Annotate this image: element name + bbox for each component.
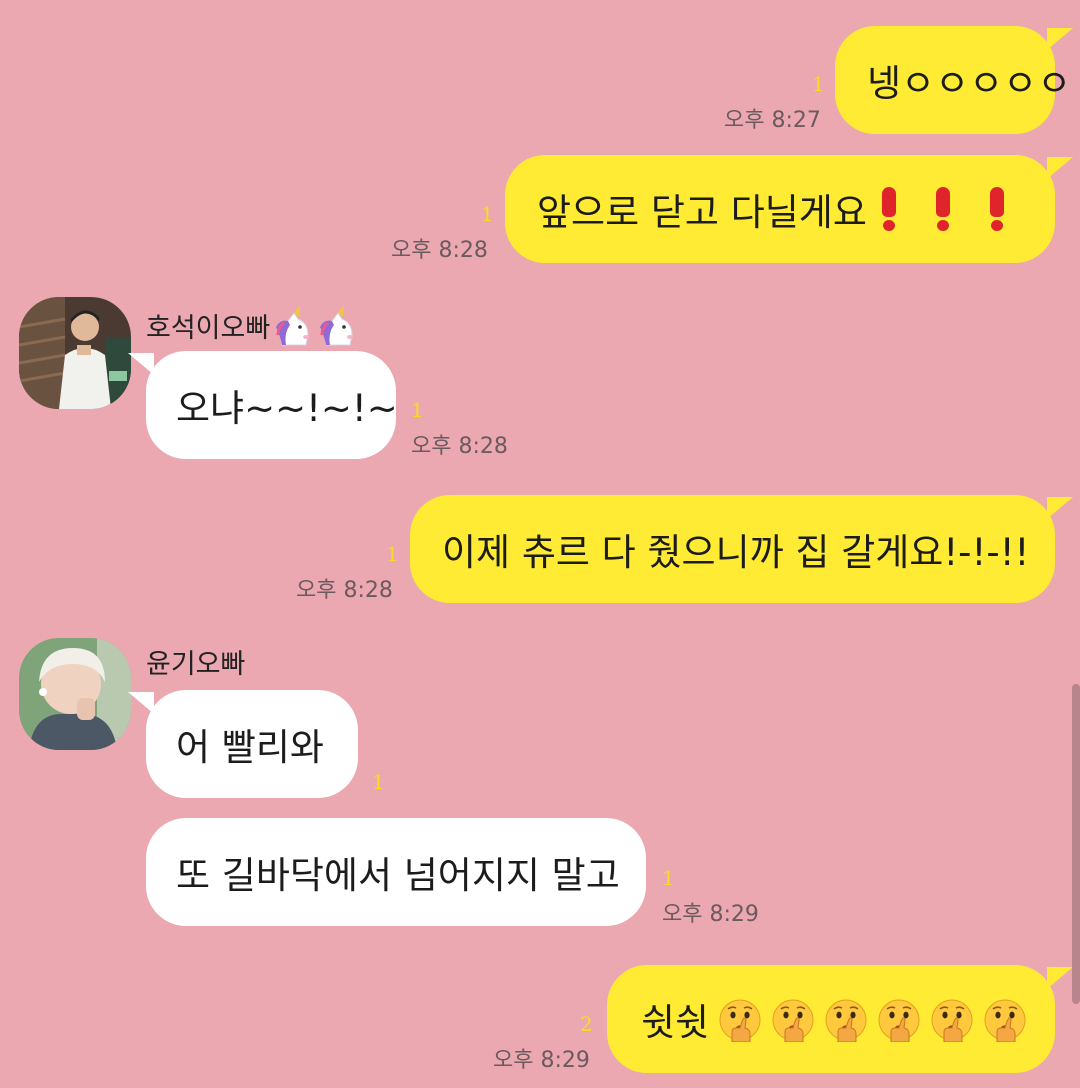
message-time: 오후 8:29: [662, 902, 759, 927]
message-time: 오후 8:27: [724, 108, 821, 133]
message-bubble-mine[interactable]: 쉿쉿: [607, 965, 1073, 1073]
message-time: 오후 8:28: [296, 578, 393, 603]
exclamation-icon: [989, 187, 1005, 231]
message-text: 오냐~~!~!~: [176, 387, 398, 430]
message-bubble-theirs[interactable]: 또 길바닥에서 넘어지지 말고: [146, 818, 646, 926]
message-text: 이제 츄르 다 줬으니까 집 갈게요!-!-!!: [442, 531, 1030, 574]
unread-count: 1: [386, 542, 399, 566]
unread-count: 1: [372, 770, 385, 794]
bubble-tail: [1047, 967, 1073, 989]
message-text: 앞으로 닫고 다닐게요: [537, 191, 867, 234]
message-bubble-theirs[interactable]: 오냐~~!~!~: [128, 351, 398, 459]
shushing-face-icon: [772, 999, 814, 1042]
message-text: 어 빨리와: [176, 726, 324, 769]
unread-count: 1: [411, 398, 424, 422]
sender-name: 윤기오빠: [146, 649, 246, 680]
message-time: 오후 8:28: [391, 238, 488, 263]
emoji-row: [709, 996, 1027, 1042]
profile-photo-icon: [19, 297, 131, 409]
bubble-tail: [1047, 28, 1073, 50]
unread-count: 2: [580, 1012, 593, 1036]
sender-name-text: 호석이오빠: [146, 313, 271, 344]
unread-count: 1: [481, 202, 494, 226]
unread-count: 1: [662, 866, 675, 890]
message-bubble-theirs[interactable]: 어 빨리와: [128, 690, 358, 798]
message-time: 오후 8:28: [411, 434, 508, 459]
avatar[interactable]: [19, 297, 131, 409]
message-text: 또 길바닥에서 넘어지지 말고: [176, 854, 620, 897]
bubble-tail: [128, 353, 154, 375]
sender-name: 호석이오빠: [146, 305, 358, 347]
shushing-face-icon: [931, 999, 973, 1042]
shushing-face-icon: [825, 999, 867, 1042]
scrollbar[interactable]: [1072, 684, 1080, 1004]
shushing-face-icon: [878, 999, 920, 1042]
message-time: 오후 8:29: [493, 1048, 590, 1073]
unicorn-icon: [320, 305, 354, 346]
bubble-tail: [128, 692, 154, 714]
message-bubble-mine[interactable]: 앞으로 닫고 다닐게요: [505, 155, 1073, 263]
message-text: 쉿쉿: [641, 1001, 710, 1044]
message-text: 넹ㅇㅇㅇㅇㅇ: [867, 62, 1072, 105]
profile-photo-icon: [19, 638, 131, 750]
unread-count: 1: [812, 72, 825, 96]
bubble-tail: [1047, 497, 1073, 519]
bubble-tail: [1047, 157, 1073, 179]
avatar[interactable]: [19, 638, 131, 750]
message-bubble-mine[interactable]: 넹ㅇㅇㅇㅇㅇ: [835, 26, 1073, 134]
exclamation-icon: [881, 187, 897, 231]
shushing-face-icon: [984, 999, 1026, 1042]
exclamation-icon: [935, 187, 951, 231]
shushing-face-icon: [719, 999, 761, 1042]
message-bubble-mine[interactable]: 이제 츄르 다 줬으니까 집 갈게요!-!-!!: [410, 495, 1073, 603]
unicorn-icon: [276, 305, 310, 346]
